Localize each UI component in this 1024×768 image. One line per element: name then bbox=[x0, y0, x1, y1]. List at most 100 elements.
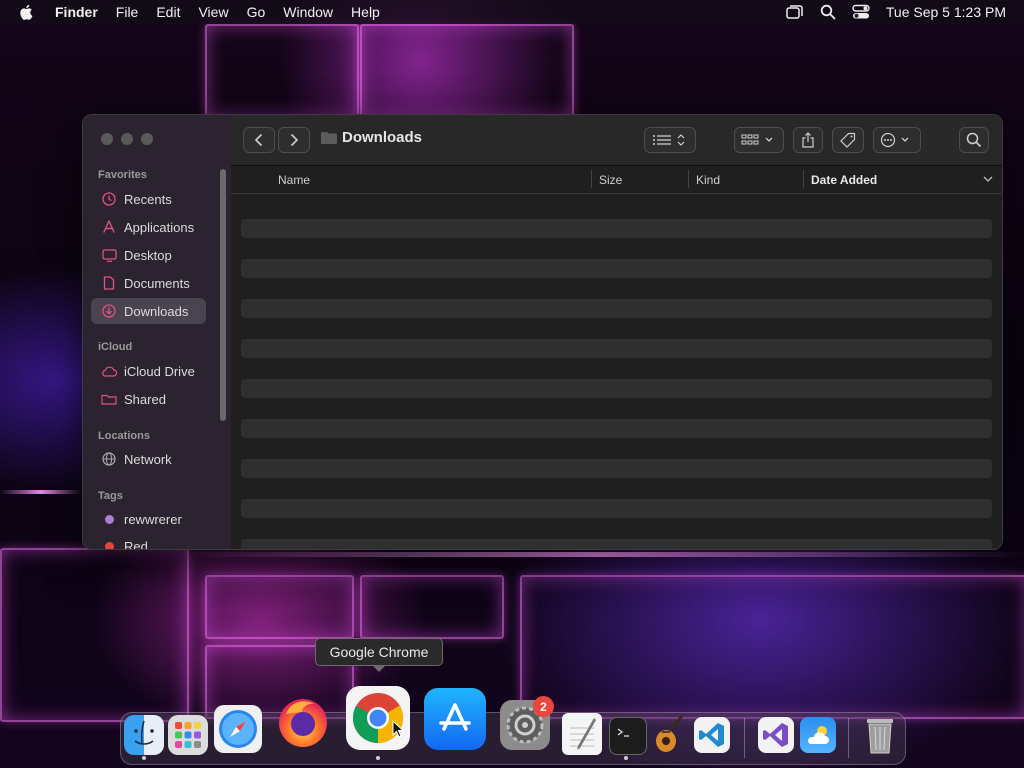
spotlight-search-icon[interactable] bbox=[820, 4, 836, 20]
dock-tooltip: Google Chrome bbox=[315, 638, 443, 672]
sidebar-item-label: Red bbox=[124, 538, 148, 550]
column-divider[interactable] bbox=[688, 170, 689, 188]
tag-dot-icon bbox=[101, 538, 117, 549]
sort-chevron-down-icon[interactable] bbox=[983, 176, 993, 183]
dock-app-store-icon[interactable] bbox=[424, 688, 486, 750]
minimize-window-button[interactable] bbox=[121, 133, 133, 145]
dock-garageband-icon[interactable] bbox=[651, 714, 689, 754]
wallpaper-glow bbox=[180, 552, 1024, 557]
list-item[interactable] bbox=[241, 299, 992, 318]
column-date-added[interactable]: Date Added bbox=[811, 173, 877, 187]
sidebar-section-icloud: iCloud bbox=[98, 341, 133, 353]
apple-icon[interactable] bbox=[18, 3, 36, 21]
list-item[interactable] bbox=[241, 219, 992, 238]
sidebar-item-tag[interactable]: rewwrerer bbox=[91, 506, 206, 532]
cloud-icon bbox=[101, 363, 117, 379]
dock-google-chrome-icon[interactable] bbox=[346, 686, 410, 750]
back-button[interactable] bbox=[243, 127, 275, 153]
running-indicator bbox=[624, 756, 628, 760]
notification-badge: 2 bbox=[533, 696, 554, 717]
folder-title: Downloads bbox=[342, 129, 423, 146]
mouse-cursor-icon bbox=[392, 720, 404, 738]
finder-content: Downloads Name Size Kind Date Added bbox=[231, 115, 1002, 549]
dock-launchpad-icon[interactable] bbox=[168, 715, 208, 755]
folder-icon bbox=[321, 132, 337, 144]
dock-safari-icon[interactable] bbox=[214, 705, 262, 753]
zoom-window-button[interactable] bbox=[141, 133, 153, 145]
menu-help[interactable]: Help bbox=[342, 0, 389, 24]
dock-vscode-icon[interactable] bbox=[694, 717, 730, 753]
column-name[interactable]: Name bbox=[278, 173, 310, 187]
sidebar-item-label: Network bbox=[124, 451, 172, 467]
menu-go[interactable]: Go bbox=[238, 0, 275, 24]
column-kind[interactable]: Kind bbox=[696, 173, 720, 187]
share-button[interactable] bbox=[793, 127, 823, 153]
sidebar-item-tag[interactable]: Red bbox=[91, 533, 206, 550]
list-item[interactable] bbox=[241, 539, 992, 549]
shared-folder-icon bbox=[101, 391, 117, 407]
document-icon bbox=[101, 275, 117, 291]
ellipsis-circle-icon bbox=[880, 132, 909, 148]
globe-icon bbox=[101, 451, 117, 467]
view-options-button[interactable] bbox=[644, 127, 696, 153]
sidebar-item-label: Recents bbox=[124, 191, 172, 207]
dock-trash-icon[interactable] bbox=[860, 714, 900, 756]
grid-group-icon bbox=[741, 134, 773, 145]
window-title: Downloads bbox=[321, 129, 422, 146]
dock-weather-icon[interactable] bbox=[800, 717, 836, 753]
close-window-button[interactable] bbox=[101, 133, 113, 145]
wallpaper-panel bbox=[205, 24, 359, 118]
menu-app-finder[interactable]: Finder bbox=[46, 0, 107, 24]
menu-clock[interactable]: Tue Sep 5 1:23 PM bbox=[886, 4, 1006, 20]
sidebar-item-network[interactable]: Network bbox=[91, 446, 206, 472]
column-header: Name Size Kind Date Added bbox=[231, 165, 1002, 194]
dock-visual-studio-icon[interactable] bbox=[758, 717, 794, 753]
list-item[interactable] bbox=[241, 339, 992, 358]
sidebar-item-downloads[interactable]: Downloads bbox=[91, 298, 206, 324]
forward-button[interactable] bbox=[278, 127, 310, 153]
tags-button[interactable] bbox=[832, 127, 864, 153]
list-item[interactable] bbox=[241, 379, 992, 398]
action-menu-button[interactable] bbox=[873, 127, 921, 153]
menu-view[interactable]: View bbox=[189, 0, 237, 24]
sidebar-section-tags: Tags bbox=[98, 490, 123, 502]
window-controls bbox=[101, 133, 153, 145]
desktop-icon bbox=[101, 247, 117, 263]
search-button[interactable] bbox=[959, 127, 989, 153]
dock-terminal-icon[interactable] bbox=[609, 717, 647, 755]
finder-window: Favorites Recents Applications Desktop D… bbox=[82, 114, 1003, 550]
running-indicator bbox=[142, 756, 146, 760]
sidebar-item-documents[interactable]: Documents bbox=[91, 270, 206, 296]
wallpaper-panel bbox=[360, 575, 504, 639]
control-center-icon[interactable] bbox=[852, 4, 870, 20]
sidebar-section-locations: Locations bbox=[98, 430, 150, 442]
sidebar-item-label: Desktop bbox=[124, 247, 172, 263]
dock-finder-icon[interactable] bbox=[124, 715, 164, 755]
menu-file[interactable]: File bbox=[107, 0, 148, 24]
dock-firefox-icon[interactable] bbox=[272, 690, 334, 752]
sidebar-scrollbar[interactable] bbox=[220, 169, 226, 421]
group-by-button[interactable] bbox=[734, 127, 784, 153]
tag-icon bbox=[840, 132, 856, 148]
stage-manager-icon[interactable] bbox=[786, 4, 804, 20]
sidebar-item-icloud-drive[interactable]: iCloud Drive bbox=[91, 358, 206, 384]
list-item[interactable] bbox=[241, 259, 992, 278]
list-item[interactable] bbox=[241, 459, 992, 478]
wallpaper-panel bbox=[205, 575, 354, 639]
column-divider[interactable] bbox=[803, 170, 804, 188]
wallpaper-panel bbox=[360, 24, 574, 118]
list-item[interactable] bbox=[241, 419, 992, 438]
sidebar-item-label: Applications bbox=[124, 219, 195, 235]
sidebar-item-desktop[interactable]: Desktop bbox=[91, 242, 206, 268]
column-divider[interactable] bbox=[591, 170, 592, 188]
sidebar-item-shared[interactable]: Shared bbox=[91, 386, 206, 412]
downloads-icon bbox=[101, 303, 117, 319]
sidebar-item-applications[interactable]: Applications bbox=[91, 214, 206, 240]
dock-textedit-icon[interactable] bbox=[562, 713, 602, 755]
menu-edit[interactable]: Edit bbox=[147, 0, 189, 24]
column-size[interactable]: Size bbox=[599, 173, 622, 187]
sidebar-item-label: rewwrerer bbox=[124, 511, 182, 527]
list-item[interactable] bbox=[241, 499, 992, 518]
menu-window[interactable]: Window bbox=[274, 0, 342, 24]
sidebar-item-recents[interactable]: Recents bbox=[91, 186, 206, 212]
